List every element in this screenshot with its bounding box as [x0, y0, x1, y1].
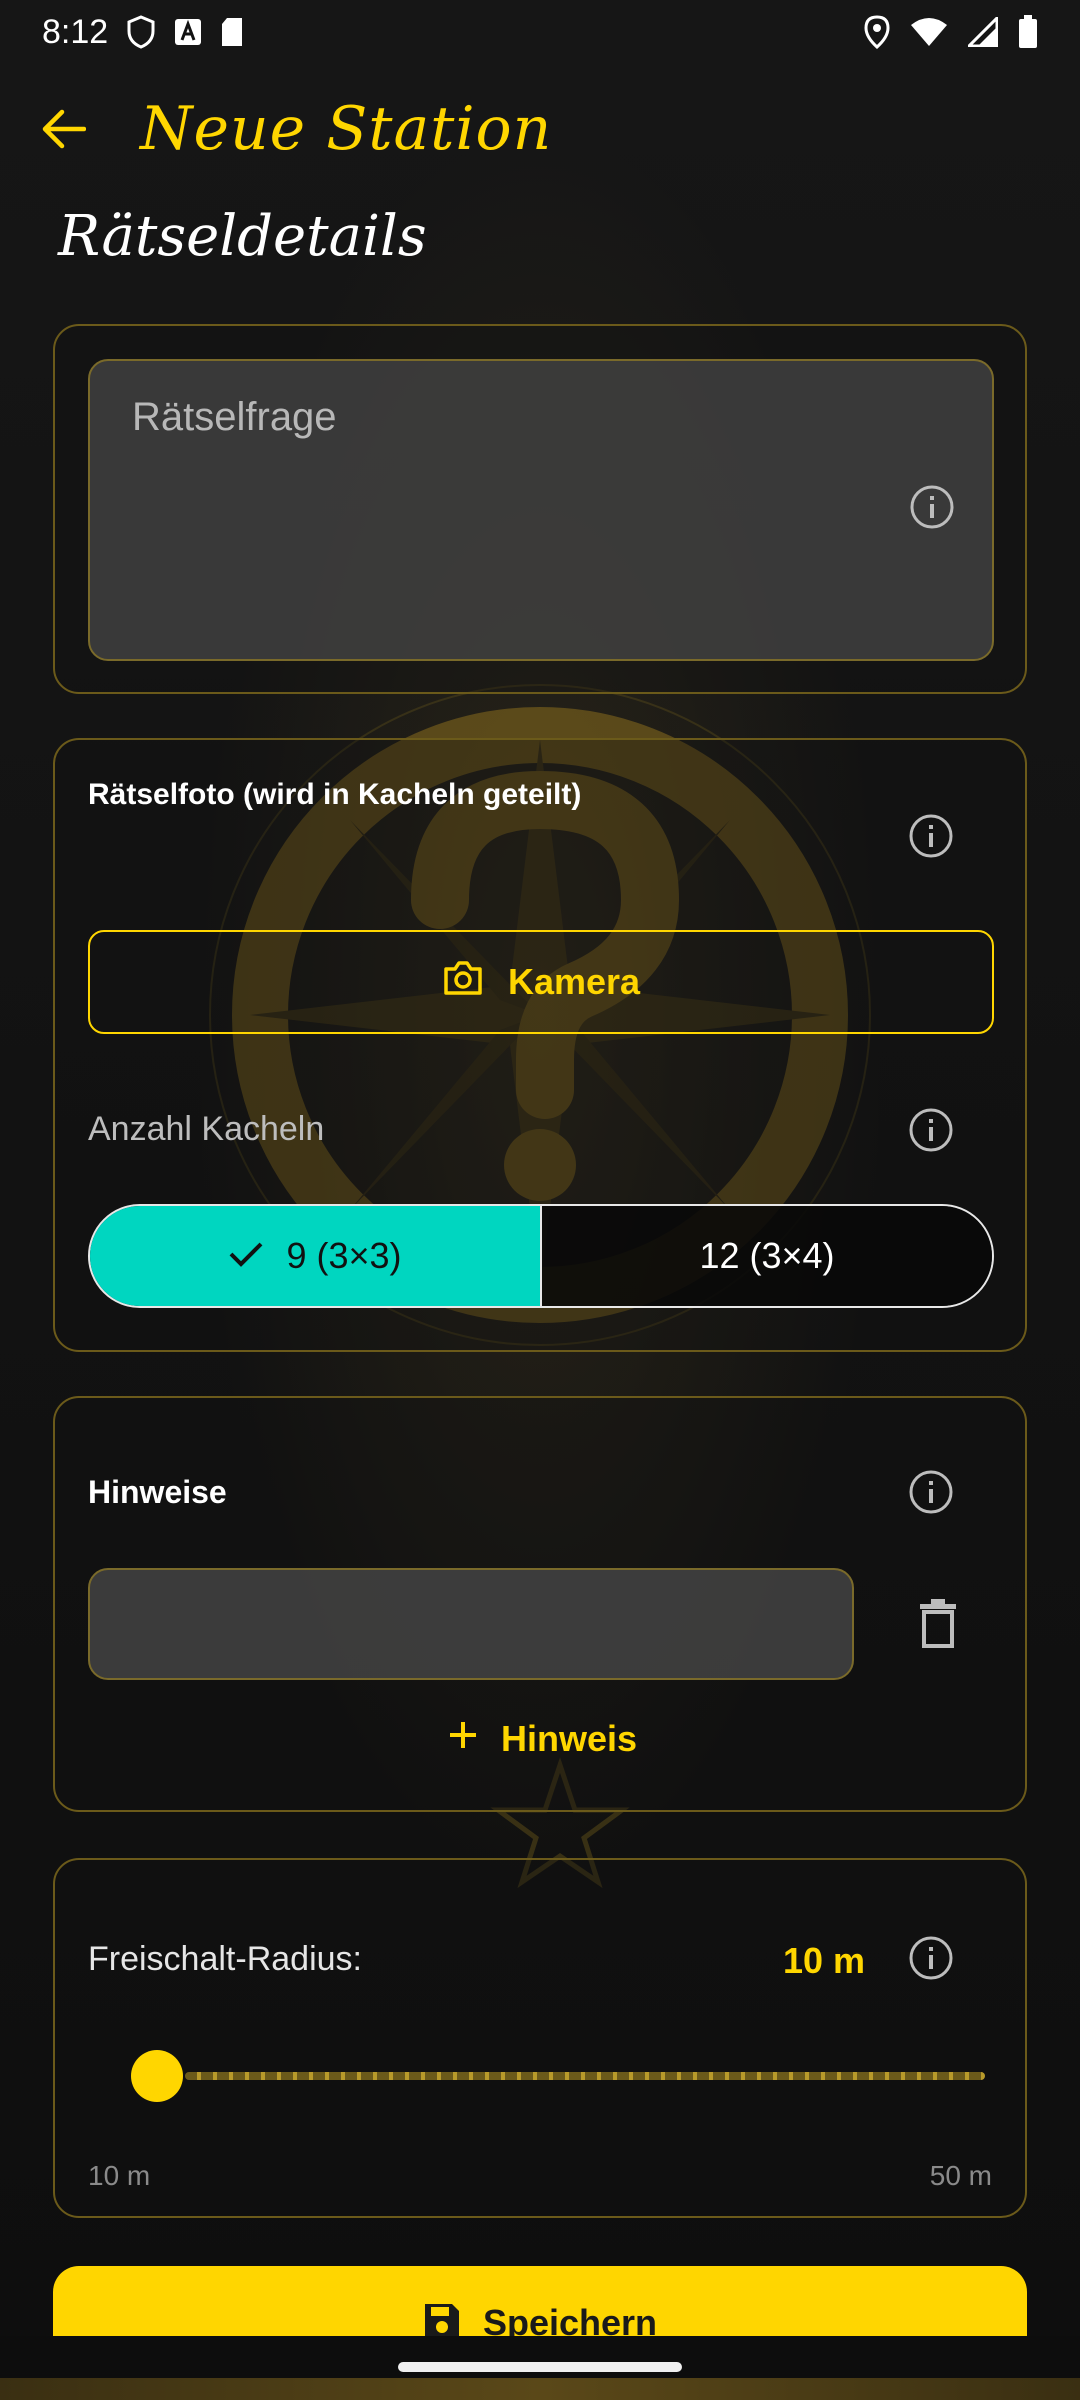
camera-button[interactable]: Kamera [88, 930, 994, 1034]
photo-card: Rätselfoto (wird in Kacheln geteilt) Kam… [53, 738, 1027, 1352]
hints-card-title: Hinweise [88, 1474, 227, 1510]
font-notification-icon [174, 18, 202, 46]
add-hint-button[interactable]: Hinweis [55, 1718, 1029, 1760]
check-icon [228, 1235, 264, 1277]
bottom-decoration [0, 2378, 1080, 2400]
camera-icon [442, 960, 484, 1005]
signal-icon [968, 17, 998, 47]
radius-label: Freischalt-Radius: [88, 1940, 362, 1978]
radius-slider-track[interactable] [185, 2072, 985, 2080]
tiles-count-label: Anzahl Kacheln [88, 1110, 325, 1148]
riddle-question-label: Rätselfrage [132, 395, 337, 439]
wifi-icon [910, 17, 948, 47]
riddle-question-input[interactable]: Rätselfrage [88, 359, 994, 661]
tiles-option-12[interactable]: 12 (3×4) [542, 1206, 992, 1306]
location-icon [864, 15, 890, 49]
status-bar: 8:12 [0, 0, 1080, 64]
hint-input[interactable] [88, 1568, 854, 1680]
info-icon[interactable] [907, 1934, 955, 1982]
status-time: 8:12 [42, 12, 109, 51]
add-hint-label: Hinweis [500, 1718, 638, 1759]
tiles-option-label: 12 (3×4) [699, 1235, 835, 1276]
hints-card: Hinweise Hinweis [53, 1396, 1027, 1812]
info-icon[interactable] [908, 483, 956, 531]
plus-icon [447, 1718, 479, 1760]
radius-card: Freischalt-Radius: 10 m 10 m 50 m [53, 1858, 1027, 2218]
tiles-segmented-control: 9 (3×3) 12 (3×4) [88, 1204, 994, 1308]
info-icon[interactable] [907, 1468, 955, 1516]
shield-icon [126, 15, 156, 49]
tiles-option-label: 9 (3×3) [286, 1235, 402, 1276]
radius-max-label: 50 m [929, 2160, 992, 2191]
trash-icon[interactable] [907, 1590, 969, 1656]
page-title: Neue Station [140, 94, 553, 164]
photo-card-title: Rätselfoto (wird in Kacheln geteilt) [88, 778, 582, 811]
app-bar: Neue Station [0, 84, 1080, 174]
section-title: Rätseldetails [58, 204, 427, 269]
info-icon[interactable] [907, 812, 955, 860]
home-indicator[interactable] [398, 2362, 682, 2372]
back-arrow-icon[interactable] [38, 103, 90, 155]
sd-card-icon [220, 17, 244, 47]
radius-slider-thumb[interactable] [131, 2050, 183, 2102]
radius-value: 10 m [782, 1940, 865, 1981]
camera-button-label: Kamera [507, 961, 641, 1002]
tiles-option-9[interactable]: 9 (3×3) [90, 1206, 542, 1306]
radius-min-label: 10 m [88, 2160, 151, 2191]
question-card: Rätselfrage [53, 324, 1027, 694]
info-icon[interactable] [907, 1106, 955, 1154]
battery-icon [1018, 15, 1038, 49]
